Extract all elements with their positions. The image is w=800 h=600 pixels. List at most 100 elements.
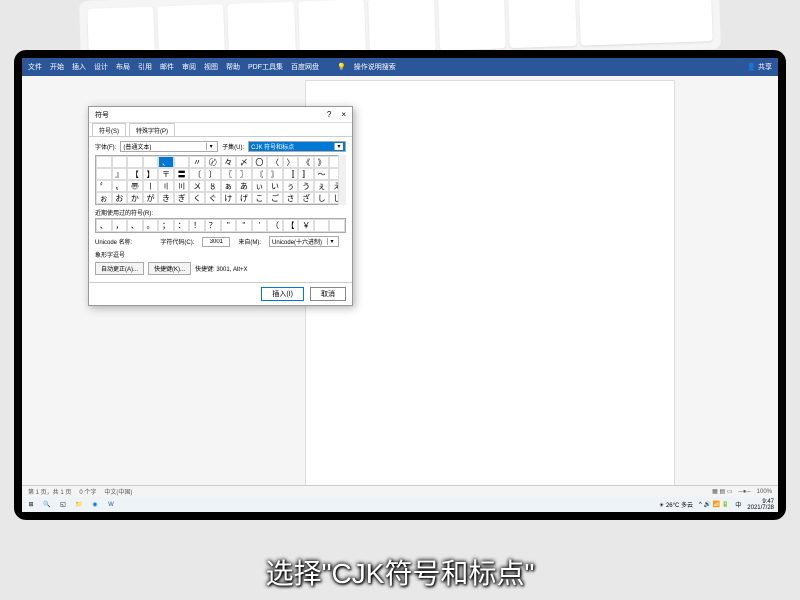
symbol-cell[interactable]	[96, 156, 112, 168]
symbol-cell[interactable]: 〕	[205, 168, 221, 180]
symbol-cell[interactable]: 〜	[314, 168, 330, 180]
explorer-icon[interactable]: 📁	[74, 500, 84, 510]
symbol-cell[interactable]: 〚	[283, 168, 299, 180]
symbol-cell[interactable]: 〘	[252, 168, 268, 180]
search-icon[interactable]: 🔍	[42, 500, 52, 510]
symbol-cell[interactable]: 〗	[236, 168, 252, 180]
symbol-cell[interactable]: こ	[252, 192, 268, 204]
cancel-button[interactable]: 取消	[310, 287, 346, 301]
symbol-cell[interactable]: 〣	[174, 180, 190, 192]
symbol-cell[interactable]: ぎ	[174, 192, 190, 204]
recent-symbol[interactable]: 【	[283, 219, 299, 232]
page-indicator[interactable]: 第 1 页，共 1 页	[28, 487, 71, 496]
symbol-cell[interactable]: 〡	[143, 180, 159, 192]
recent-symbol[interactable]: ：	[174, 219, 190, 232]
recent-symbol[interactable]	[329, 219, 345, 232]
scrollbar[interactable]	[338, 155, 346, 205]
symbol-cell[interactable]: お	[112, 192, 128, 204]
tab-baidu[interactable]: 百度网盘	[291, 62, 319, 72]
tab-home[interactable]: 开始	[50, 62, 64, 72]
symbol-cell[interactable]: う	[298, 180, 314, 192]
symbol-cell[interactable]: く	[189, 192, 205, 204]
code-input[interactable]	[202, 237, 230, 247]
tab-insert[interactable]: 插入	[72, 62, 86, 72]
recent-symbol[interactable]: 。	[143, 219, 159, 232]
tray-icons[interactable]: ^ 🔊 📶 🔋	[699, 501, 729, 508]
recent-symbol[interactable]: ，	[112, 219, 128, 232]
recent-symbol[interactable]	[314, 219, 330, 232]
word-icon[interactable]: W	[106, 500, 116, 510]
symbol-cell[interactable]: ぐ	[205, 192, 221, 204]
symbol-cell[interactable]: 》	[314, 156, 330, 168]
symbol-cell[interactable]: ぉ	[96, 192, 112, 204]
clock-date[interactable]: 2021/7/28	[747, 505, 774, 511]
symbol-cell[interactable]: さ	[283, 192, 299, 204]
symbol-cell[interactable]	[143, 156, 159, 168]
symbol-cell[interactable]: 〛	[298, 168, 314, 180]
recent-symbol[interactable]: ￥	[298, 219, 314, 232]
tab-references[interactable]: 引用	[138, 62, 152, 72]
share-button[interactable]: 👤 共享	[747, 62, 772, 72]
symbol-cell[interactable]: 〃	[189, 156, 205, 168]
insert-button[interactable]: 插入(I)	[261, 287, 304, 301]
weather[interactable]: ☀ 26°C 多云	[659, 500, 693, 509]
symbol-cell[interactable]	[112, 156, 128, 168]
symbol-cell[interactable]: い	[267, 180, 283, 192]
recent-symbol[interactable]: 、	[127, 219, 143, 232]
tab-review[interactable]: 审阅	[182, 62, 196, 72]
symbol-cell[interactable]: 《	[298, 156, 314, 168]
symbol-cell[interactable]: が	[143, 192, 159, 204]
font-select[interactable]: (普通文本)▾	[120, 141, 218, 152]
symbol-cell[interactable]: ご	[267, 192, 283, 204]
shortcut-button[interactable]: 快捷键(K)...	[148, 262, 191, 275]
autocorrect-button[interactable]: 自动更正(A)...	[95, 262, 144, 275]
tab-design[interactable]: 设计	[94, 62, 108, 72]
symbol-cell[interactable]: 々	[221, 156, 237, 168]
tab-view[interactable]: 视图	[204, 62, 218, 72]
symbol-cell[interactable]: げ	[236, 192, 252, 204]
recent-symbol[interactable]: （	[267, 219, 283, 232]
symbol-cell[interactable]: 【	[127, 168, 143, 180]
start-icon[interactable]: ⊞	[26, 500, 36, 510]
recent-symbol[interactable]: 、	[96, 219, 112, 232]
symbol-cell[interactable]: ぅ	[283, 180, 299, 192]
symbol-cell[interactable]: あ	[236, 180, 252, 192]
document-page[interactable]	[305, 80, 675, 504]
symbol-cell[interactable]: 〤	[189, 180, 205, 192]
symbol-cell[interactable]	[96, 168, 112, 180]
symbol-cell[interactable]: か	[127, 192, 143, 204]
view-icons[interactable]: ▦ ▤ ▭	[712, 488, 732, 495]
symbol-cell[interactable]: 〥	[205, 180, 221, 192]
symbol-cell[interactable]	[174, 156, 190, 168]
symbol-cell[interactable]: 〟	[112, 180, 128, 192]
symbol-cell[interactable]: 〇	[252, 156, 268, 168]
symbol-cell[interactable]: 〠	[127, 180, 143, 192]
task-view-icon[interactable]: ◱	[58, 500, 68, 510]
tab-special[interactable]: 特殊字符(P)	[129, 123, 175, 136]
recent-symbol[interactable]: '	[252, 219, 268, 232]
tab-mailings[interactable]: 邮件	[160, 62, 174, 72]
symbol-cell[interactable]: 】	[143, 168, 159, 180]
recent-symbol[interactable]: ！	[189, 219, 205, 232]
symbol-cell[interactable]: 〈	[267, 156, 283, 168]
symbol-cell[interactable]: 〒	[158, 168, 174, 180]
tab-layout[interactable]: 布局	[116, 62, 130, 72]
symbol-cell[interactable]: ぇ	[314, 180, 330, 192]
from-select[interactable]: Unicode(十六进制)▾	[269, 236, 339, 247]
symbol-cell[interactable]: 〄	[205, 156, 221, 168]
symbol-cell[interactable]: 〔	[189, 168, 205, 180]
symbol-cell[interactable]: き	[158, 192, 174, 204]
symbol-cell[interactable]	[127, 156, 143, 168]
tab-pdf[interactable]: PDF工具集	[248, 62, 283, 72]
close-icon[interactable]: ×	[341, 110, 346, 119]
help-icon[interactable]: ?	[327, 110, 331, 119]
symbol-cell[interactable]: 〉	[283, 156, 299, 168]
word-count[interactable]: 0 个字	[79, 487, 96, 496]
symbol-cell[interactable]: 〞	[96, 180, 112, 192]
symbol-cell[interactable]: ざ	[298, 192, 314, 204]
ime[interactable]: 中	[735, 500, 741, 509]
edge-icon[interactable]: ◉	[90, 500, 100, 510]
symbol-cell[interactable]: け	[221, 192, 237, 204]
subset-select[interactable]: CJK 符号和标点▾	[248, 141, 346, 152]
zoom-level[interactable]: 100%	[757, 489, 772, 495]
